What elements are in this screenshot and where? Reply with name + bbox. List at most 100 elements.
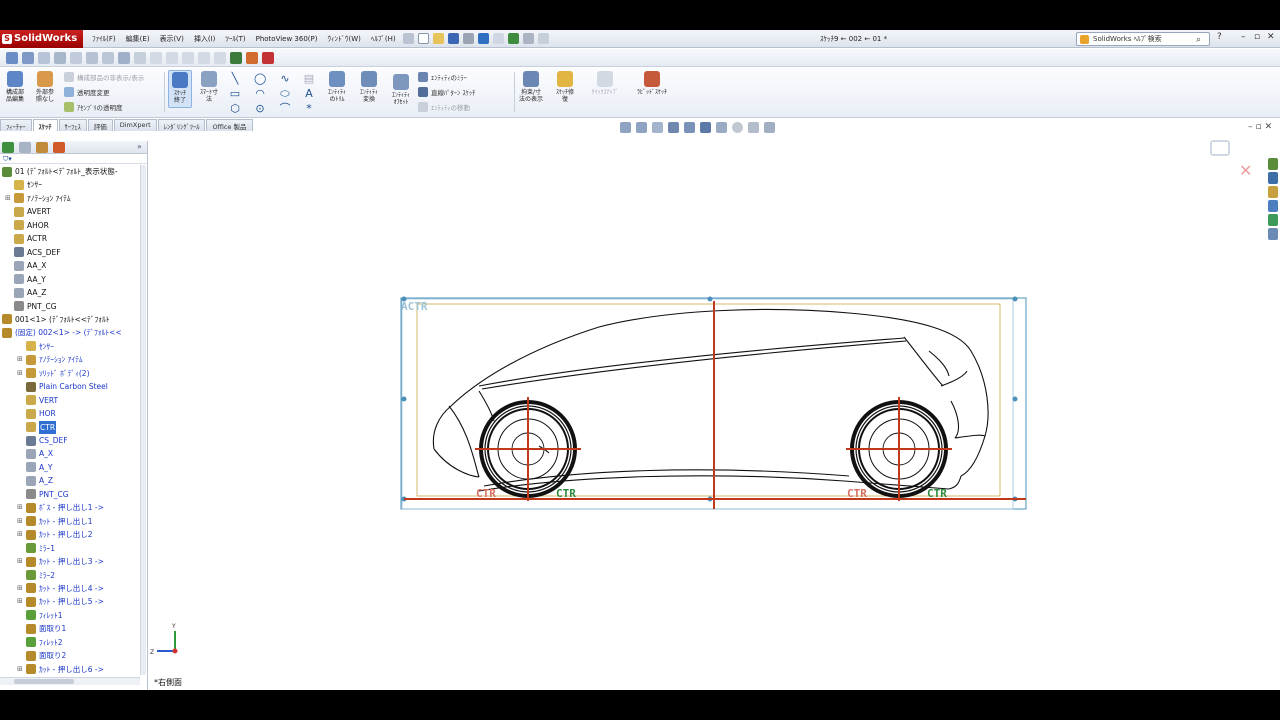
tree-item[interactable]: ⊞ ｱﾉﾃｰｼｮﾝ ｱｲﾃﾑ — [17, 353, 83, 366]
display-manager-tab-icon[interactable] — [53, 141, 65, 153]
tree-item[interactable]: 面取り1 — [26, 622, 66, 635]
mirror-entities-button[interactable]: ｴﾝﾃｨﾃｨのﾐﾗｰ — [418, 72, 467, 82]
rectangle-icon[interactable] — [86, 51, 98, 64]
tree-item[interactable]: ⊞001<1> (ﾃﾞﾌｫﾙﾄ<<ﾃﾞﾌｫﾙﾄ — [2, 313, 110, 326]
filter-icon[interactable]: ⛉▾ — [0, 154, 147, 164]
grid-icon[interactable] — [38, 51, 50, 64]
tab-surfaces[interactable]: ｻｰﾌｪｽ — [58, 119, 87, 131]
distribute-icon[interactable] — [182, 51, 194, 64]
assembly-transparency-button[interactable]: ｱｾﾝﾌﾞﾘの透明度 — [64, 102, 123, 112]
layer-icon[interactable] — [198, 51, 210, 64]
rotate-icon[interactable] — [70, 51, 82, 64]
slot-tool-icon[interactable]: ▤ — [303, 73, 315, 85]
tree-item[interactable]: CS_DEF — [26, 434, 68, 447]
tree-item[interactable]: ﾌｨﾚｯﾄ2 — [26, 636, 63, 649]
fillet-tool-icon[interactable]: ⌒ — [279, 103, 291, 115]
expand-toggle-icon[interactable]: ⊞ — [17, 582, 23, 595]
rectangle-tool-icon[interactable]: ▭ — [229, 88, 241, 100]
tree-item[interactable]: AA_Y — [14, 273, 46, 286]
menu-view[interactable]: 表示(V) — [155, 34, 189, 44]
menu-help[interactable]: ﾍﾙﾌﾟ(H) — [366, 34, 401, 44]
tab-evaluate[interactable]: 評価 — [87, 119, 113, 131]
options-icon[interactable] — [537, 33, 549, 44]
check-icon[interactable] — [102, 51, 114, 64]
tree-item[interactable]: AHOR — [14, 219, 49, 232]
move-entities-button[interactable]: ｴﾝﾃｨﾃｨの移動 — [418, 102, 470, 112]
expand-toggle-icon[interactable]: ⊞ — [17, 367, 23, 380]
tree-item[interactable]: ⊞ ｶｯﾄ - 押し出し2 — [17, 528, 93, 541]
offset-entities-button[interactable]: ｴﾝﾃｨﾃｨ ｵﾌｾｯﾄ — [386, 74, 416, 106]
tree-item[interactable]: ⊞ ｿﾘｯﾄﾞ ﾎﾞﾃﾞｨ(2) — [17, 367, 90, 380]
help-icon[interactable]: ? — [1217, 32, 1222, 42]
configuration-manager-tab-icon[interactable] — [36, 141, 48, 153]
tree-item[interactable]: ﾐﾗｰ2 — [26, 569, 55, 582]
tab-office-products[interactable]: Office 製品 — [206, 119, 253, 131]
tab-rendering-tools[interactable]: ﾚﾝﾀﾞﾘﾝｸﾞﾂｰﾙ — [157, 119, 206, 131]
menu-photoview[interactable]: PhotoView 360(P) — [251, 35, 323, 43]
property-manager-tab-icon[interactable] — [19, 141, 31, 153]
tree-item[interactable]: ⊞ ｶｯﾄ - 押し出し1 — [17, 515, 93, 528]
tree-item[interactable]: ACS_DEF — [14, 246, 61, 259]
trim-entities-button[interactable]: ｴﾝﾃｨﾃｨ のﾄﾘﾑ — [322, 71, 352, 103]
tree-item[interactable]: PNT_CG — [26, 488, 69, 501]
expand-toggle-icon[interactable]: ⊞ — [17, 515, 23, 528]
close-window-icon[interactable]: ✕ — [1267, 32, 1275, 42]
confirmation-corner[interactable]: ✕ — [1210, 140, 1252, 180]
tree-item[interactable]: AA_Z — [14, 286, 46, 299]
arc-tool-icon[interactable]: ◠ — [254, 88, 266, 100]
linear-pattern-button[interactable]: 直線ﾊﾟﾀｰﾝ ｽｹｯﾁ — [418, 87, 475, 97]
line-tool-icon[interactable]: ╲ — [229, 73, 241, 85]
tree-item[interactable]: VERT — [26, 394, 58, 407]
tree-item[interactable]: 面取り2 — [26, 649, 66, 662]
align-icon[interactable] — [166, 51, 178, 64]
menu-edit[interactable]: 編集(E) — [121, 34, 155, 44]
expand-toggle-icon[interactable]: ⊞ — [17, 555, 23, 568]
tree-item[interactable]: ⊞ ｶｯﾄ - 押し出し4 -> — [17, 582, 104, 595]
tree-item[interactable]: AVERT — [14, 205, 51, 218]
change-transparency-button[interactable]: 透明度変更 — [64, 87, 110, 97]
polygon-tool-icon[interactable]: ⬡ — [229, 103, 241, 115]
tree-item[interactable]: PNT_CG — [14, 300, 57, 313]
sum-icon[interactable] — [118, 51, 130, 64]
display-relations-button[interactable]: 拘束/寸 法の表示 — [516, 71, 546, 103]
tree-item[interactable]: A_Z — [26, 474, 53, 487]
search-icon[interactable]: ⌕ — [1196, 34, 1201, 46]
play-icon[interactable] — [230, 51, 242, 64]
expand-toggle-icon[interactable]: ⊞ — [17, 528, 23, 541]
panel-expand-icon[interactable]: » — [137, 142, 142, 151]
scroll-thumb[interactable] — [14, 679, 74, 684]
tree-item[interactable]: ⊞ ﾎﾞｽ - 押し出し1 -> — [17, 501, 104, 514]
rebuild-icon[interactable] — [507, 33, 519, 44]
circle-tool-icon[interactable]: ◯ — [254, 73, 266, 85]
ellipse-tool-icon[interactable]: ⬭ — [279, 88, 291, 100]
help-search-input[interactable]: SolidWorks ﾍﾙﾌﾟ検索 ⌕ — [1076, 32, 1210, 46]
rapid-sketch-button[interactable]: ﾗﾋﾟｯﾄﾞｽｹｯﾁ — [630, 71, 674, 96]
hide-show-components-button[interactable]: 構成部品の非表示/表示 — [64, 72, 144, 82]
open-folder-icon[interactable] — [432, 33, 444, 44]
tree-item[interactable]: ⊟(固定) 002<1> -> (ﾃﾞﾌｫﾙﾄ<< — [2, 326, 122, 339]
expand-toggle-icon[interactable]: ⊞ — [17, 595, 23, 608]
cross-icon[interactable] — [134, 51, 146, 64]
spline-tool-icon[interactable]: ∿ — [279, 73, 291, 85]
tree-item[interactable]: ﾌｨﾚｯﾄ1 — [26, 609, 63, 622]
tree-item[interactable]: ACTR — [14, 232, 47, 245]
menu-insert[interactable]: 挿入(I) — [189, 34, 221, 44]
minimize-window-icon[interactable]: – — [1241, 32, 1246, 42]
graphics-area[interactable]: ✕ ACTR CTR CTR CTR CTR Y Z — [149, 131, 1280, 690]
tree-item[interactable]: ｾﾝｻｰ — [14, 178, 42, 191]
text-tool-icon[interactable]: A — [303, 88, 315, 100]
restore-window-icon[interactable]: ▫ — [1254, 32, 1260, 42]
edit-component-button[interactable]: 構成部 品編集 — [2, 71, 28, 103]
tree-item[interactable]: HOR — [26, 407, 56, 420]
grid-snap-icon[interactable] — [214, 51, 226, 64]
pin-icon[interactable] — [402, 33, 414, 44]
table-icon[interactable] — [54, 51, 66, 64]
new-document-icon[interactable] — [417, 33, 429, 44]
tree-item[interactable]: Plain Carbon Steel — [26, 380, 108, 393]
tree-horizontal-scrollbar[interactable] — [0, 677, 140, 685]
move-icon[interactable] — [150, 51, 162, 64]
menu-file[interactable]: ﾌｧｲﾙ(F) — [87, 34, 121, 44]
point-tool-icon[interactable]: * — [303, 103, 315, 115]
exit-sketch-button[interactable]: ｽｹｯﾁ 終了 — [168, 70, 192, 108]
convert-entities-button[interactable]: ｴﾝﾃｨﾃｨ 変換 — [354, 71, 384, 103]
